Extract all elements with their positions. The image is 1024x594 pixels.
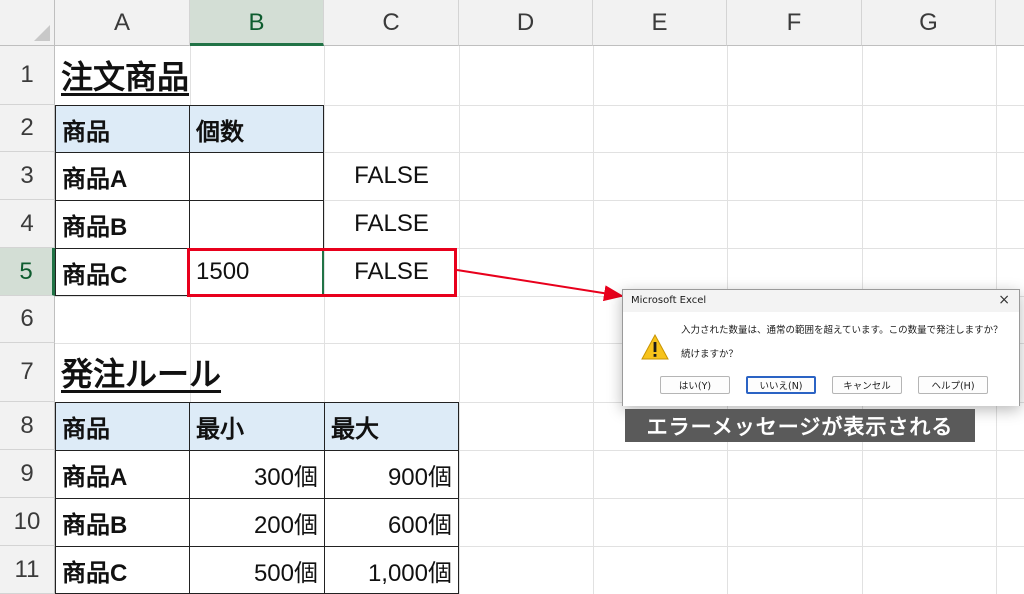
order-qty-cell[interactable] (189, 200, 324, 249)
cancel-button[interactable]: キャンセル (832, 376, 902, 394)
order-product-cell[interactable]: 商品B (55, 200, 190, 249)
order-qty-cell[interactable] (189, 152, 324, 201)
rule-header-product[interactable]: 商品 (55, 402, 190, 451)
warning-icon (641, 334, 669, 360)
row-header-7[interactable]: 7 (0, 343, 55, 402)
dialog-body: 入力された数量は、通常の範囲を超えています。この数量で発注しますか？ 続けますか… (623, 312, 1019, 406)
rule-table-title[interactable]: 発注ルール (55, 347, 315, 397)
error-dialog: Microsoft Excel × 入力された数量は、通常の範囲を超えています。… (622, 289, 1020, 406)
row-header-6[interactable]: 6 (0, 296, 55, 343)
callout-label: エラーメッセージが表示される (625, 409, 975, 442)
rule-max-cell[interactable]: 600個 (324, 498, 459, 547)
close-icon[interactable]: × (998, 292, 1010, 308)
gridline (459, 46, 460, 594)
column-header-h[interactable] (996, 0, 1024, 46)
rule-product-cell[interactable]: 商品A (55, 450, 190, 499)
column-header-e[interactable]: E (593, 0, 727, 46)
dialog-question: 続けますか？ (681, 349, 739, 360)
dialog-title: Microsoft Excel (631, 295, 707, 306)
row-header-9[interactable]: 9 (0, 450, 55, 498)
column-header-f[interactable]: F (727, 0, 862, 46)
row-header-1[interactable]: 1 (0, 46, 55, 105)
validation-result-cell[interactable]: FALSE (324, 200, 459, 248)
row-header-4[interactable]: 4 (0, 200, 55, 248)
rule-header-min[interactable]: 最小 (189, 402, 325, 451)
validation-result-cell[interactable]: FALSE (324, 152, 459, 200)
row-header-3[interactable]: 3 (0, 152, 55, 200)
row-header-2[interactable]: 2 (0, 105, 55, 152)
order-product-cell[interactable]: 商品A (55, 152, 190, 201)
dialog-message: 入力された数量は、通常の範囲を超えています。この数量で発注しますか？ (681, 325, 1003, 336)
rule-header-max[interactable]: 最大 (324, 402, 459, 451)
no-button[interactable]: いいえ(N) (746, 376, 816, 394)
column-header-g[interactable]: G (862, 0, 996, 46)
order-table-title[interactable]: 注文商品 (55, 50, 315, 100)
gridline (593, 46, 594, 594)
highlight-box (187, 248, 457, 297)
row-header-10[interactable]: 10 (0, 498, 55, 546)
order-product-cell[interactable]: 商品C (55, 248, 190, 296)
rule-max-cell[interactable]: 900個 (324, 450, 459, 499)
order-header-qty[interactable]: 個数 (189, 105, 324, 153)
yes-button[interactable]: はい(Y) (660, 376, 730, 394)
column-header-b[interactable]: B (190, 0, 324, 46)
rule-min-cell[interactable]: 200個 (189, 498, 325, 547)
rule-max-cell[interactable]: 1,000個 (324, 546, 459, 594)
help-button[interactable]: ヘルプ(H) (918, 376, 988, 394)
order-header-product[interactable]: 商品 (55, 105, 190, 153)
column-header-a[interactable]: A (55, 0, 190, 46)
row-header-11[interactable]: 11 (0, 546, 55, 594)
rule-min-cell[interactable]: 300個 (189, 450, 325, 499)
rule-product-cell[interactable]: 商品B (55, 498, 190, 547)
column-header-d[interactable]: D (459, 0, 593, 46)
row-header-8[interactable]: 8 (0, 402, 55, 450)
row-header-5[interactable]: 5 (0, 248, 55, 296)
rule-min-cell[interactable]: 500個 (189, 546, 325, 594)
rule-product-cell[interactable]: 商品C (55, 546, 190, 594)
select-all-corner[interactable] (0, 0, 55, 46)
column-header-c[interactable]: C (324, 0, 459, 46)
